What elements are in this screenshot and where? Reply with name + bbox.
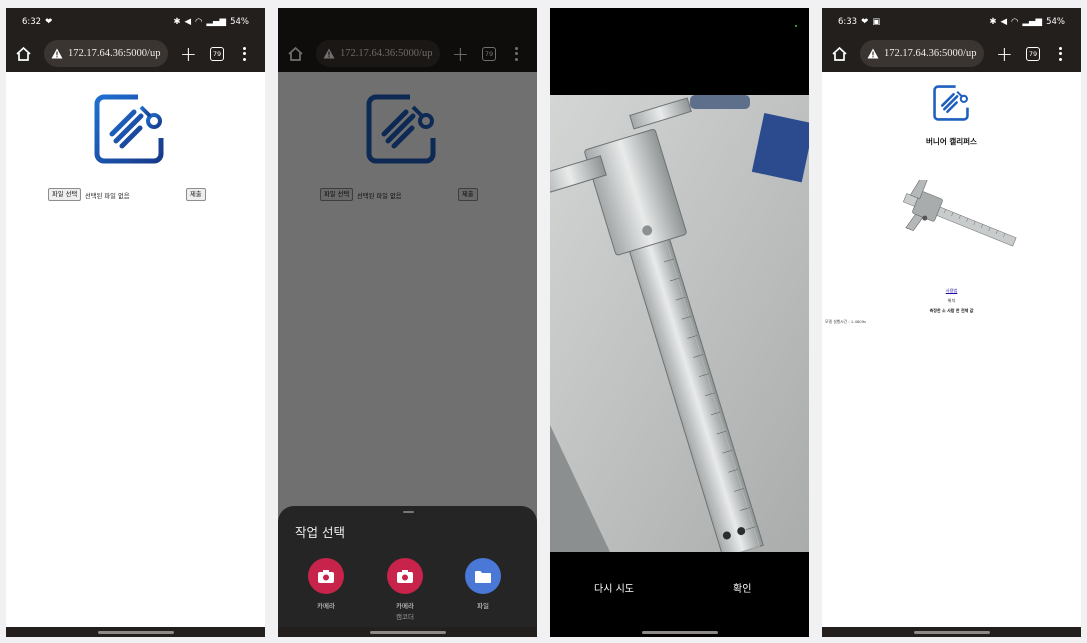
home-icon[interactable] [828, 46, 850, 62]
home-gesture-bar[interactable] [97, 631, 174, 634]
action-label: 카메라 [317, 602, 335, 610]
clock: 6:32 [22, 16, 42, 27]
action-camera[interactable]: 카메라 [301, 558, 351, 611]
mute-icon: ◀ [184, 16, 192, 27]
camera-indicator-dot [795, 25, 797, 27]
wifi-icon: ◠ [195, 16, 203, 27]
position-label: 위치 [947, 298, 956, 303]
more-menu-icon[interactable] [243, 46, 246, 61]
sheet-handle[interactable] [402, 511, 414, 513]
usage-link[interactable]: 사용법 [822, 288, 1081, 294]
address-bar[interactable]: 172.17.64.36:5000/up [860, 40, 984, 67]
battery-level: 54% [230, 16, 249, 27]
action-label: 카메라 [396, 602, 414, 610]
chooser-screen: 172.17.64.36:5000/up + 79 파일 선택 선택된 파일 없… [278, 8, 537, 637]
address-bar[interactable]: 172.17.64.36:5000/up [44, 40, 168, 67]
action-label: 파일 [477, 602, 489, 610]
result-title: 버니어 캘리퍼스 [926, 137, 977, 146]
home-gesture-bar[interactable] [913, 631, 990, 634]
nav-bar [822, 627, 1081, 637]
inference-time: 모델 실행시간 : 1.4809s [825, 319, 867, 324]
status-bar: 6:33 ❤ ▣ ✱ ◀ ◠ ▂▄▆ 54% [822, 8, 1081, 35]
folder-icon [465, 558, 501, 594]
nav-bar [278, 627, 537, 637]
submit-button[interactable]: 제출 [186, 188, 206, 201]
browser-toolbar: 172.17.64.36:5000/up + 79 [822, 35, 1081, 72]
signal-icon: ▂▄▆ [1022, 16, 1043, 27]
browser-toolbar: 172.17.64.36:5000/up + 79 [6, 35, 265, 72]
app-logo [933, 85, 969, 121]
bluetooth-icon: ✱ [989, 16, 997, 27]
result-text: 측정한 소 사람 한 전체 값 [929, 308, 974, 313]
app-logo [94, 94, 164, 164]
camera-screen: 다시 시도 확인 [550, 8, 809, 637]
notification-icon: ▣ [872, 16, 881, 27]
home-gesture-bar[interactable] [369, 631, 446, 634]
vernier-caliper-photo [550, 95, 809, 552]
tab-count-button[interactable]: 79 [210, 46, 224, 61]
camcorder-icon [387, 558, 423, 594]
tab-count-button[interactable]: 79 [1026, 46, 1040, 61]
status-bar: 6:32 ❤ ✱ ◀ ◠ ▂▄▆ 54% [6, 8, 265, 35]
more-menu-icon[interactable] [1059, 46, 1062, 61]
choose-file-button[interactable]: 파일 선택 [48, 188, 82, 201]
bluetooth-icon: ✱ [173, 16, 181, 27]
action-file[interactable]: 파일 [458, 558, 508, 611]
home-gesture-bar[interactable] [641, 631, 718, 634]
sheet-title: 작업 선택 [295, 525, 345, 540]
signal-icon: ▂▄▆ [206, 16, 227, 27]
upload-screen: 6:32 ❤ ✱ ◀ ◠ ▂▄▆ 54% 172.17.64.36:5000/u… [6, 8, 265, 637]
clock: 6:33 [838, 16, 858, 27]
captured-photo [550, 95, 809, 552]
camera-icon [308, 558, 344, 594]
heart-icon: ❤ [45, 16, 53, 27]
caliper-image [902, 180, 1017, 247]
battery-level: 54% [1046, 16, 1065, 27]
new-tab-icon[interactable]: + [996, 44, 1013, 64]
new-tab-icon[interactable]: + [180, 44, 197, 64]
warning-icon [51, 48, 63, 59]
action-sublabel: 캠코더 [396, 613, 414, 621]
mute-icon: ◀ [1000, 16, 1008, 27]
heart-icon: ❤ [861, 16, 869, 27]
url-text: 172.17.64.36:5000/up [884, 48, 977, 59]
action-chooser-sheet: 작업 선택 카메라 카메라 캠코더 파일 [278, 506, 537, 637]
nav-bar [550, 627, 809, 637]
result-screen: 6:33 ❤ ▣ ✱ ◀ ◠ ▂▄▆ 54% 172.17.64.36:5000… [822, 8, 1081, 637]
confirm-button[interactable]: 확인 [733, 580, 751, 595]
upload-form: 파일 선택 선택된 파일 없음 제출 [48, 188, 208, 202]
action-camcorder[interactable]: 카메라 캠코더 [380, 558, 430, 621]
url-text: 172.17.64.36:5000/up [68, 48, 161, 59]
warning-icon [867, 48, 879, 59]
no-file-text: 선택된 파일 없음 [85, 193, 130, 200]
wifi-icon: ◠ [1011, 16, 1019, 27]
nav-bar [6, 627, 265, 637]
home-icon[interactable] [12, 46, 34, 62]
retry-button[interactable]: 다시 시도 [594, 580, 634, 595]
